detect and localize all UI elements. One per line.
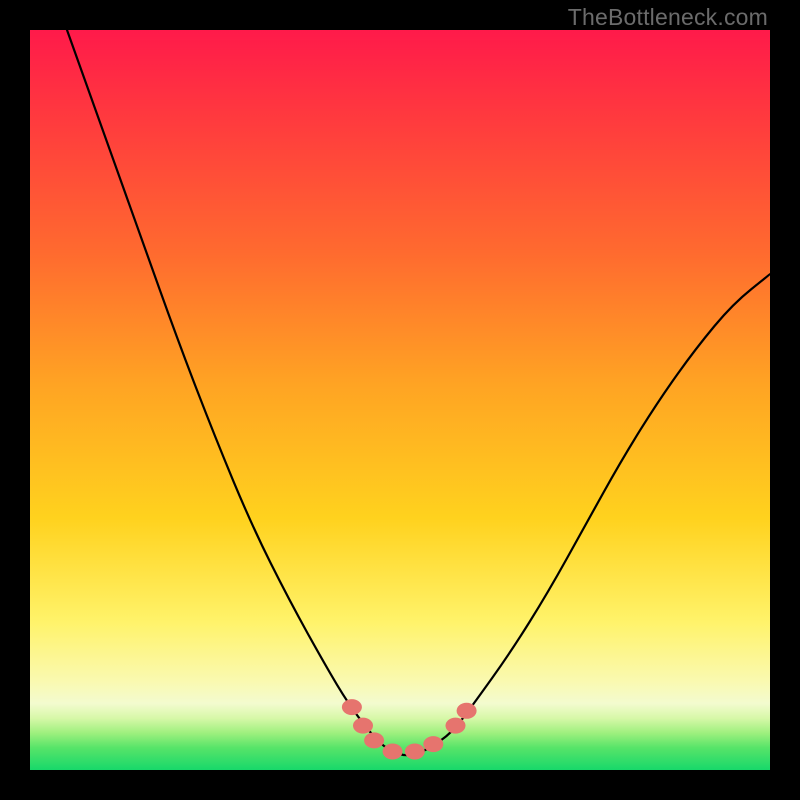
curve-marker: [405, 744, 425, 760]
curve-marker: [342, 699, 362, 715]
bottleneck-curve: [67, 30, 770, 755]
curve-marker: [353, 718, 373, 734]
curve-marker: [446, 718, 466, 734]
curve-marker: [457, 703, 477, 719]
watermark-text: TheBottleneck.com: [568, 4, 768, 31]
curve-svg: [30, 30, 770, 770]
chart-frame: TheBottleneck.com: [0, 0, 800, 800]
curve-marker: [364, 732, 384, 748]
curve-marker: [423, 736, 443, 752]
plot-area: [30, 30, 770, 770]
curve-marker: [383, 744, 403, 760]
curve-markers: [342, 699, 477, 759]
